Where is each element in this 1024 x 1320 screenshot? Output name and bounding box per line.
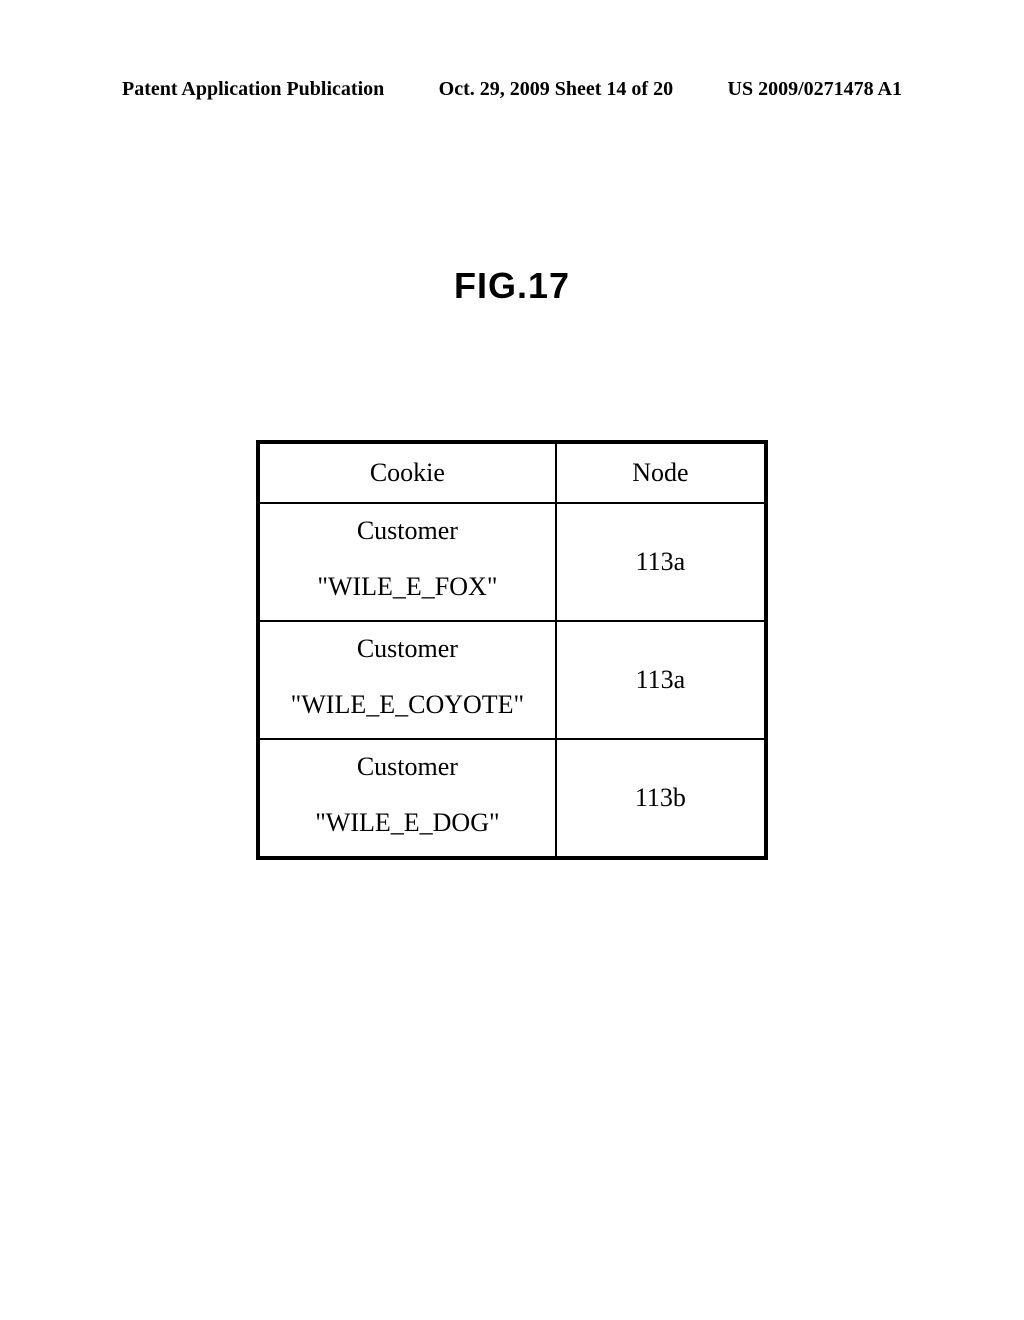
col-header-node: Node bbox=[556, 442, 766, 503]
col-header-cookie: Cookie bbox=[258, 442, 556, 503]
cookie-type-label: Customer bbox=[268, 634, 547, 664]
node-cell: 113b bbox=[556, 739, 766, 858]
cookie-value: "WILE_E_FOX" bbox=[268, 572, 547, 602]
table-row: Customer "WILE_E_FOX" 113a bbox=[258, 503, 766, 621]
cookie-cell: Customer "WILE_E_COYOTE" bbox=[258, 621, 556, 739]
cookie-cell: Customer "WILE_E_DOG" bbox=[258, 739, 556, 858]
header-publication-type: Patent Application Publication bbox=[122, 78, 384, 101]
node-cell: 113a bbox=[556, 503, 766, 621]
figure-table-wrap: Cookie Node Customer "WILE_E_FOX" 113a bbox=[256, 440, 768, 860]
table-row: Customer "WILE_E_DOG" 113b bbox=[258, 739, 766, 858]
cookie-value: "WILE_E_COYOTE" bbox=[268, 690, 547, 720]
node-cell: 113a bbox=[556, 621, 766, 739]
header-publication-number: US 2009/0271478 A1 bbox=[728, 78, 902, 101]
figure-label: FIG.17 bbox=[0, 265, 1024, 307]
page-header: Patent Application Publication Oct. 29, … bbox=[0, 78, 1024, 101]
patent-page: Patent Application Publication Oct. 29, … bbox=[0, 0, 1024, 1320]
cookie-value: "WILE_E_DOG" bbox=[268, 808, 547, 838]
table-row: Customer "WILE_E_COYOTE" 113a bbox=[258, 621, 766, 739]
cookie-type-label: Customer bbox=[268, 516, 547, 546]
table-header-row: Cookie Node bbox=[258, 442, 766, 503]
cookie-type-label: Customer bbox=[268, 752, 547, 782]
cookie-node-table: Cookie Node Customer "WILE_E_FOX" 113a bbox=[256, 440, 768, 860]
header-date-sheet: Oct. 29, 2009 Sheet 14 of 20 bbox=[439, 78, 673, 101]
cookie-cell: Customer "WILE_E_FOX" bbox=[258, 503, 556, 621]
page-header-inner: Patent Application Publication Oct. 29, … bbox=[122, 78, 902, 101]
